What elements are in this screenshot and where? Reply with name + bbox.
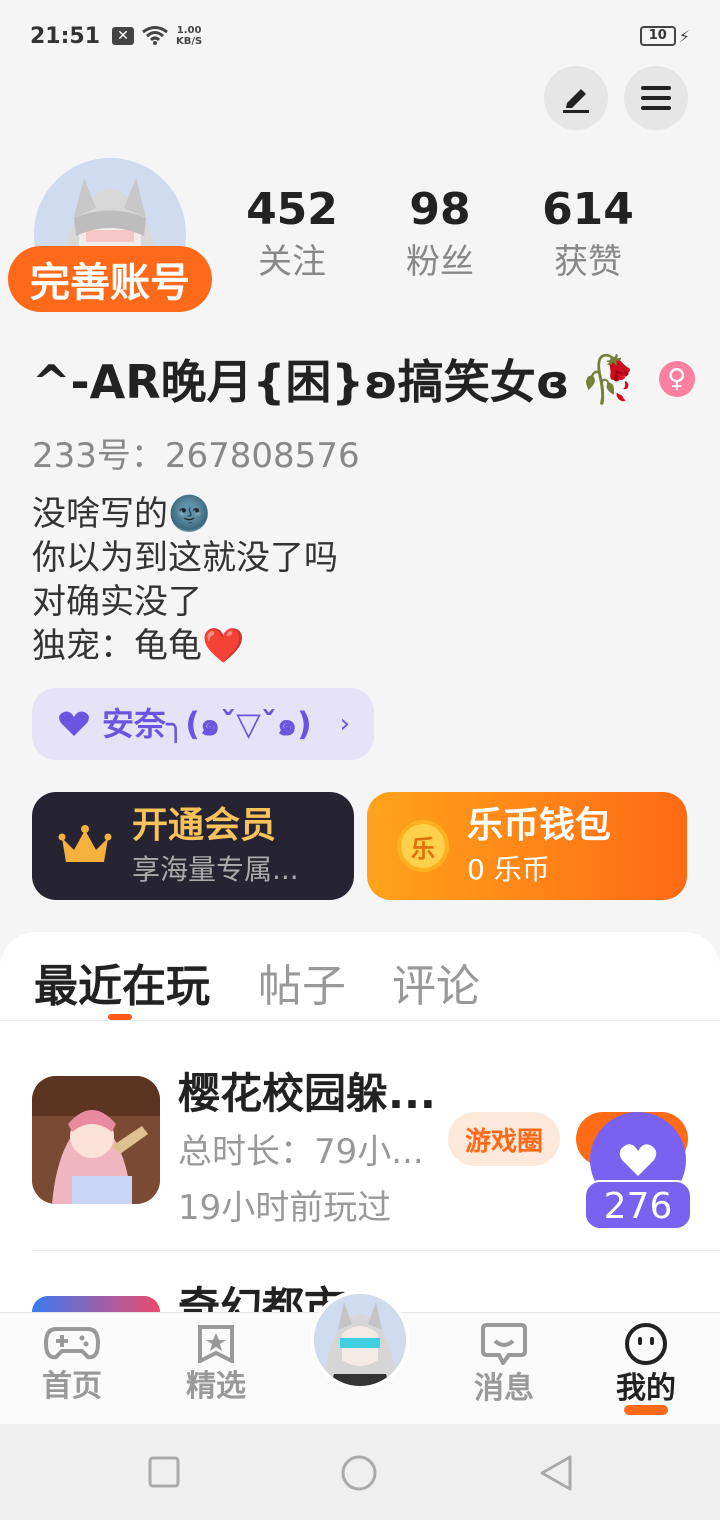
guild-tag-button[interactable]: 安奈╮(๑ˇ▽ˇ๑) › — [32, 688, 374, 760]
game-icon[interactable] — [32, 1076, 160, 1204]
stat-label: 关注 — [258, 242, 326, 282]
edit-profile-button[interactable] — [544, 66, 608, 130]
bio-line: 独宠：龟龟❤️ — [32, 626, 245, 666]
divider — [32, 1250, 720, 1251]
gamepad-icon — [43, 1327, 101, 1360]
wallet-balance: 0 乐币 — [467, 853, 550, 886]
nav-label: 精选 — [186, 1369, 246, 1404]
speed-value: 1.00 — [176, 25, 202, 36]
stat-label: 粉丝 — [406, 242, 474, 282]
wallet-title: 乐币钱包 — [467, 805, 612, 846]
wifi-icon — [142, 26, 168, 45]
heart-icon — [59, 711, 89, 736]
stat-following[interactable]: 452 关注 — [222, 182, 362, 286]
coin-glyph: 乐 — [411, 834, 435, 863]
like-count: 276 — [584, 1180, 692, 1230]
nav-label: 消息 — [474, 1371, 534, 1406]
stat-value: 98 — [409, 184, 471, 235]
stat-value: 614 — [542, 184, 634, 235]
menu-button[interactable] — [624, 66, 688, 130]
bio-line: 你以为到这就没了吗 — [32, 538, 338, 578]
edit-pen-icon — [563, 89, 589, 113]
star-bookmark-icon — [198, 1325, 234, 1365]
system-nav-bar — [0, 1424, 720, 1520]
female-icon: ♀ — [658, 361, 695, 397]
nickname-row: ^-AR晚月{困}ʚ搞笑女ɞ 🥀 ♀ — [32, 346, 695, 412]
nav-label: 首页 — [42, 1369, 102, 1404]
stat-fans[interactable]: 98 粉丝 — [370, 182, 510, 286]
tab-posts[interactable]: 帖子 — [258, 950, 346, 1014]
hamburger-menu-icon — [641, 86, 671, 110]
game-cover-image — [32, 1076, 160, 1204]
status-time: 21:51 — [30, 23, 101, 49]
vip-subtitle: 享海量专属... — [132, 853, 299, 886]
home-icon[interactable] — [340, 1454, 378, 1492]
active-indicator — [624, 1405, 668, 1415]
nav-mine[interactable]: 我的 — [586, 1323, 706, 1415]
nav-featured[interactable]: 精选 — [156, 1323, 276, 1407]
status-bar: 21:51 ✕ 1.00 KB/S 10 ⚡ — [0, 0, 720, 72]
bio-line: 没啥写的🌚 — [32, 494, 211, 534]
heart-icon — [619, 1144, 657, 1176]
recents-icon[interactable] — [148, 1456, 180, 1488]
complete-account-badge[interactable]: 完善账号 — [8, 246, 212, 312]
crown-icon — [58, 825, 112, 862]
status-icons: ✕ 1.00 KB/S — [112, 25, 202, 47]
stat-label: 获赞 — [554, 242, 622, 282]
game-duration: 总时长：79小... — [178, 1132, 424, 1172]
chat-icon — [481, 1323, 527, 1367]
tab-comments[interactable]: 评论 — [392, 950, 480, 1014]
back-icon[interactable] — [538, 1454, 574, 1492]
wallet-card[interactable]: 乐 乐币钱包 0 乐币 — [367, 792, 687, 900]
chevron-right-icon: › — [339, 709, 350, 739]
speed-unit: KB/S — [176, 36, 203, 47]
vip-title: 开通会员 — [132, 805, 277, 846]
smile-face-icon — [625, 1323, 667, 1365]
nav-home[interactable]: 首页 — [12, 1323, 132, 1407]
stat-value: 452 — [246, 184, 338, 235]
nickname: ^-AR晚月{困}ʚ搞笑女ɞ — [32, 355, 570, 409]
nav-label: 我的 — [616, 1371, 676, 1406]
avatar — [314, 1294, 406, 1386]
bio-line: 对确实没了 — [32, 582, 202, 622]
game-icon[interactable] — [32, 1296, 160, 1312]
guild-name: 安奈╮(๑ˇ▽ˇ๑) — [102, 704, 312, 743]
charging-icon: ⚡ — [678, 26, 690, 46]
coin-icon: 乐 — [397, 820, 449, 872]
tab-recent-played[interactable]: 最近在玩 — [34, 950, 210, 1014]
battery-level: 10 — [639, 26, 676, 46]
vip-card[interactable]: 开通会员 享海量专属... — [32, 792, 354, 900]
game-circle-button[interactable]: 游戏圈 — [448, 1112, 560, 1166]
bio: 没啥写的🌚 你以为到这就没了吗 对确实没了 独宠：龟龟❤️ — [32, 492, 338, 668]
no-sim-icon: ✕ — [112, 27, 135, 45]
rose-emoji: 🥀 — [579, 351, 637, 406]
game-title[interactable]: 樱花校园躲... — [178, 1060, 436, 1121]
network-speed: 1.00 KB/S — [176, 25, 202, 47]
stat-likes[interactable]: 614 获赞 — [518, 182, 658, 286]
game-last-played: 19小时前玩过 — [178, 1188, 392, 1228]
battery-indicator: 10 ⚡ — [639, 26, 690, 46]
nav-messages[interactable]: 消息 — [444, 1323, 564, 1409]
nav-center-avatar[interactable] — [310, 1290, 410, 1390]
user-id: 233号：267808576 — [32, 436, 360, 476]
divider — [0, 1020, 720, 1021]
